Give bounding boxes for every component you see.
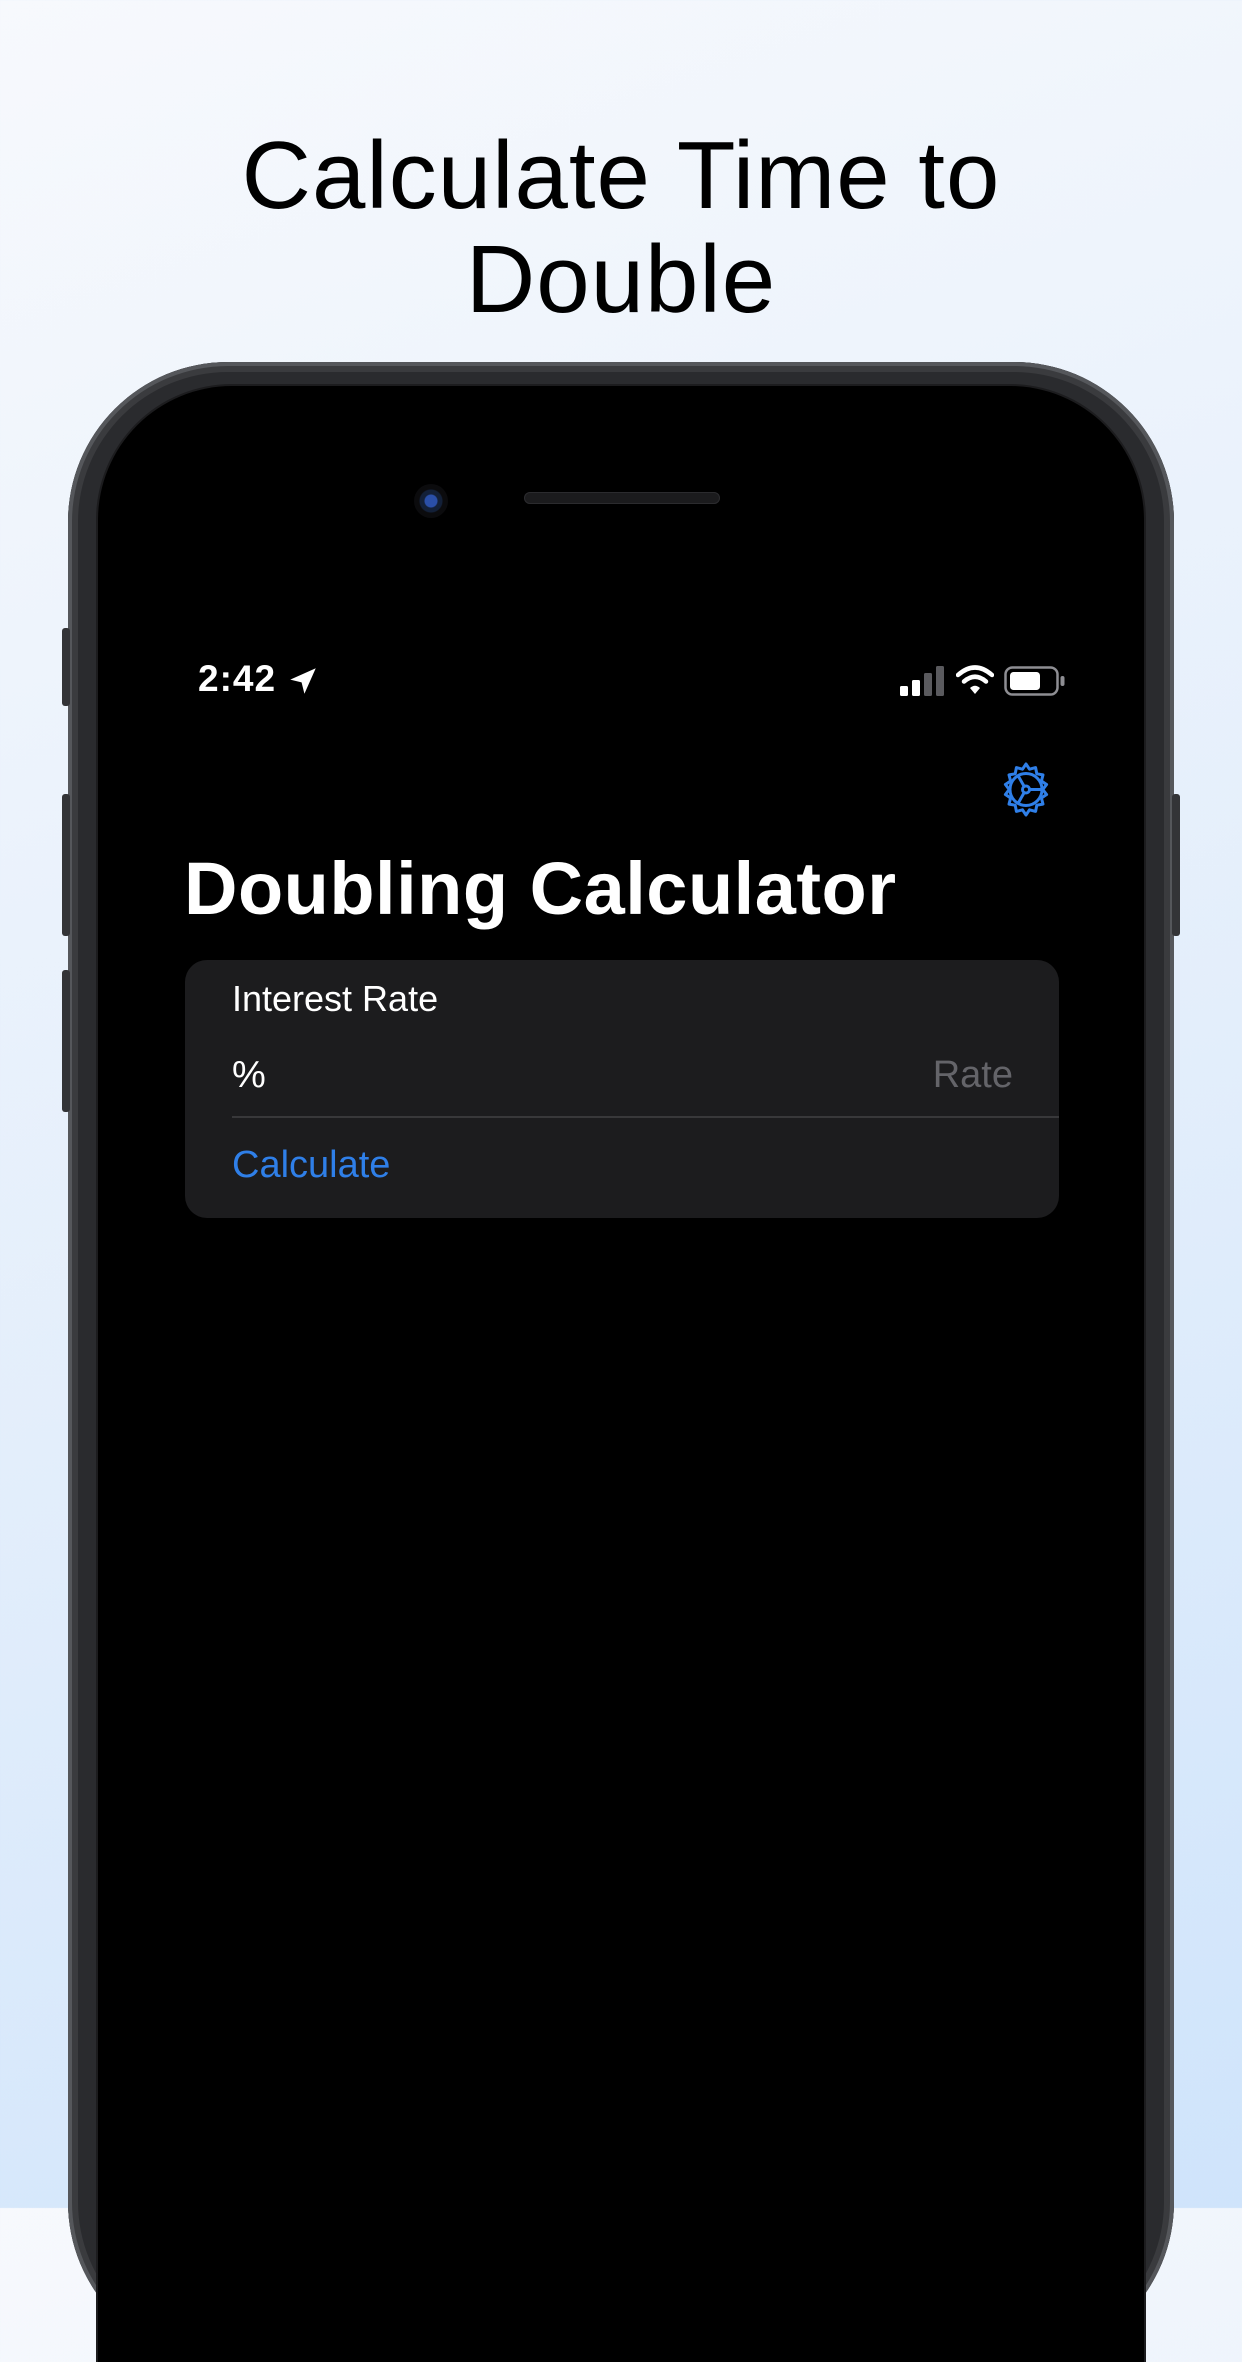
cellular-signal-icon [900, 666, 944, 696]
location-arrow-icon [290, 668, 316, 694]
battery-icon [1004, 666, 1065, 696]
interest-rate-label: Interest Rate [232, 978, 439, 1019]
phone-power-button [1172, 794, 1180, 936]
rate-input[interactable] [593, 1046, 1013, 1104]
headline-line-2: Double [465, 226, 777, 333]
wifi-icon [956, 665, 994, 694]
status-bar: 2:42 [136, 620, 1108, 740]
percent-unit-label: % [232, 1054, 266, 1096]
interest-rate-form: Interest Rate % Calculate [185, 960, 1059, 1218]
phone-silent-switch [62, 628, 70, 706]
promo-headline: Calculate Time to Double [0, 124, 1242, 332]
row-divider [232, 1116, 1059, 1118]
app-screen: 2:42 Doubling Calculator Interest Rate %… [136, 620, 1108, 2208]
status-time: 2:42 [198, 658, 277, 699]
headline-line-1: Calculate Time to [241, 122, 1001, 229]
phone-volume-down [62, 970, 70, 1112]
rate-input-row: % [185, 1034, 1059, 1116]
front-camera [414, 484, 448, 518]
earpiece-speaker [524, 492, 720, 504]
calculate-button[interactable]: Calculate [232, 1144, 390, 1187]
settings-gear-icon[interactable] [994, 758, 1058, 822]
page-title: Doubling Calculator [184, 847, 897, 930]
phone-volume-up [62, 794, 70, 936]
